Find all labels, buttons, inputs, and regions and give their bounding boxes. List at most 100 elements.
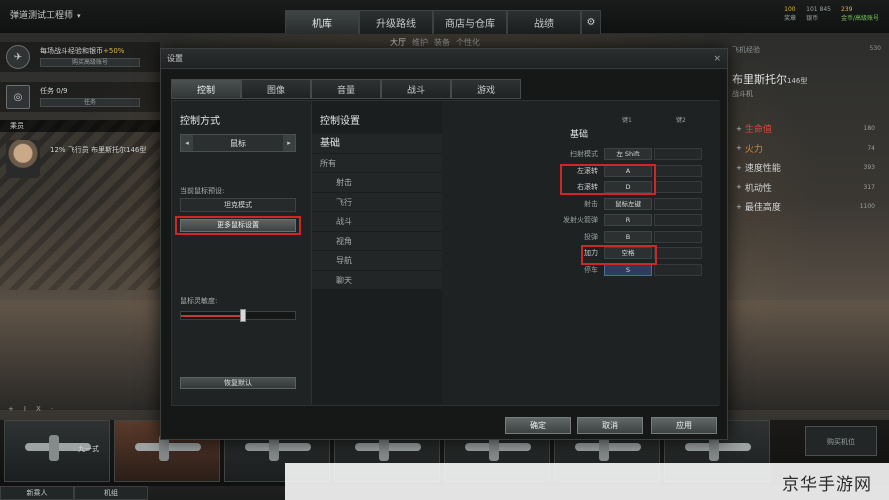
subnav-equipment[interactable]: 装备	[434, 37, 450, 48]
arrow-right-icon[interactable]: ▸	[283, 135, 295, 151]
category-list: 基础 所有 射击 飞行 战斗 视角 导航 聊天	[312, 134, 442, 290]
nav-tab-shop[interactable]: 商店与仓库	[433, 10, 507, 34]
tasks-button[interactable]: 任务	[40, 98, 140, 107]
category-item[interactable]: 导航	[312, 251, 442, 271]
filter-type[interactable]: ·	[51, 405, 53, 413]
key2-binding[interactable]	[654, 148, 702, 160]
plane-slot-label: 九一式	[78, 445, 99, 453]
subnav-maintenance[interactable]: 维护	[412, 37, 428, 48]
category-item[interactable]: 射击	[312, 173, 442, 193]
key1-binding[interactable]: 左 Shift	[604, 148, 652, 160]
restore-default-button[interactable]: 恢复默认	[180, 377, 296, 389]
binding-row: 扫射模式左 Shift	[442, 146, 720, 163]
highlight-box	[560, 164, 656, 195]
stat-maneuver[interactable]: + 机动性 317	[728, 178, 889, 198]
stat-speed[interactable]: + 速度性能 393	[728, 158, 889, 178]
category-item[interactable]: 飞行	[312, 192, 442, 212]
tasks-row: ◎ 任务 0/9 任务	[0, 82, 160, 112]
category-item[interactable]: 视角	[312, 231, 442, 251]
player-name: 弹道测试工程师	[10, 11, 74, 21]
control-method-selector[interactable]: ◂ 鼠标 ▸	[180, 134, 296, 152]
arrow-left-icon[interactable]: ◂	[181, 135, 193, 151]
plane-stats: + 生命值 180 + 火力 74 + 速度性能 393 + 机动性 317 + 最佳高度 1100	[728, 119, 889, 217]
premium-row: ✈ 每场战斗经验和银币+50% 购买高级账号	[0, 42, 160, 72]
carousel-filter-bar: + I X ·	[0, 400, 160, 418]
category-item[interactable]: 聊天	[312, 270, 442, 290]
watermark: 京华手游网	[782, 475, 872, 495]
filter-tier[interactable]: I	[24, 405, 26, 413]
stat-firepower[interactable]: + 火力 74	[728, 139, 889, 159]
plane-type: 战斗机	[732, 90, 753, 98]
bottom-tabs: 新乘人 机组	[0, 486, 150, 500]
slider-handle[interactable]	[239, 309, 246, 322]
key2-binding[interactable]	[654, 263, 702, 276]
close-icon[interactable]: ×	[713, 49, 721, 69]
key2-binding[interactable]	[654, 197, 702, 210]
plane-name: 布里斯托尔146型	[732, 73, 808, 86]
key2-header: 键2	[676, 117, 686, 124]
key2-binding[interactable]	[654, 247, 702, 259]
tab-sound[interactable]: 音量	[311, 79, 381, 99]
control-category-panel: 控制设置 基础 所有 射击 飞行 战斗 视角 导航 聊天	[312, 101, 442, 405]
dialog-title: 设置	[161, 49, 727, 69]
tab-controls[interactable]: 控制	[171, 79, 241, 99]
mouse-sensitivity-slider[interactable]	[180, 309, 296, 322]
settings-body: 控制方式 ◂ 鼠标 ▸ 当前鼠标预设: 坦克模式 更多鼠标设置 鼠标灵敏度: 恢…	[171, 100, 720, 406]
main-nav: 机库 升级路线 商店与仓库 战绩 ⚙	[285, 10, 601, 34]
control-method-title: 控制方式	[180, 116, 220, 127]
slider-fill	[181, 315, 243, 317]
key1-binding[interactable]: 鼠标左键	[604, 197, 652, 210]
nav-tab-stats[interactable]: 战绩	[507, 10, 581, 34]
premium-text: 每场战斗经验和银币+50%	[40, 47, 125, 55]
subnav-lobby[interactable]: 大厅	[390, 37, 406, 48]
key-bindings-panel: 键1 键2 基础 扫射模式左 Shift 左滚转 A 右滚转 D 射击 鼠标左键 发射火箭弹 R…	[442, 101, 720, 405]
caret-down-icon: ▾	[77, 12, 81, 20]
filter-nation[interactable]: X	[36, 405, 41, 413]
tab-battle[interactable]: 战斗	[381, 79, 451, 99]
top-bar: 弹道测试工程师 ▾ 机库 升级路线 商店与仓库 战绩 ⚙ 100 奖章 101 84…	[0, 0, 889, 34]
buy-premium-button[interactable]: 购买高级账号	[40, 58, 140, 67]
category-item[interactable]: 基础	[312, 134, 442, 154]
stat-hp[interactable]: + 生命值 180	[728, 119, 889, 139]
mouse-sensitivity-label: 鼠标灵敏度:	[180, 297, 218, 305]
binding-action-label: 扫射模式	[570, 150, 598, 158]
silver-value: 101 845	[806, 6, 831, 13]
plus-icon: +	[736, 124, 742, 133]
player-name-menu[interactable]: 弹道测试工程师 ▾	[10, 8, 81, 21]
category-item[interactable]: 所有	[312, 153, 442, 173]
key1-binding[interactable]: R	[604, 214, 652, 226]
medals-label: 奖章	[784, 15, 797, 22]
nav-tab-research[interactable]: 升级路线	[359, 10, 433, 34]
buy-slot-button[interactable]: 购买机位	[805, 426, 877, 456]
key2-binding[interactable]	[654, 181, 702, 193]
plane-xp-label: 飞机经验	[732, 46, 760, 54]
key2-binding[interactable]	[654, 230, 702, 243]
bottom-tab-new-crew[interactable]: 新乘人	[0, 486, 74, 500]
premium-badge-icon: ✈	[6, 45, 30, 69]
tab-game[interactable]: 游戏	[451, 79, 521, 99]
nav-settings-icon[interactable]: ⚙	[581, 10, 601, 34]
category-item[interactable]: 战斗	[312, 212, 442, 232]
gold-label[interactable]: 金币/高级账号	[841, 15, 879, 22]
task-icon: ◎	[6, 85, 30, 109]
mouse-preset-value[interactable]: 坦克模式	[180, 198, 296, 212]
tab-graphics[interactable]: 图像	[241, 79, 311, 99]
bottom-tab-crew[interactable]: 机组	[74, 486, 148, 500]
binding-section-title: 基础	[570, 130, 589, 140]
filter-add[interactable]: +	[8, 405, 14, 413]
ok-button[interactable]: 确定	[505, 417, 571, 434]
binding-action-label: 射击	[584, 199, 598, 208]
key1-binding[interactable]: B	[604, 230, 652, 243]
key1-binding[interactable]: S	[604, 263, 652, 276]
key2-binding[interactable]	[654, 214, 702, 226]
hangar-subnav: 大厅 维护 装备 个性化	[390, 37, 480, 48]
stat-altitude[interactable]: + 最佳高度 1100	[728, 197, 889, 217]
pilot-avatar[interactable]	[6, 140, 40, 178]
subnav-customize[interactable]: 个性化	[456, 37, 480, 48]
nav-tab-hangar[interactable]: 机库	[285, 10, 359, 34]
key2-binding[interactable]	[654, 164, 702, 177]
cancel-button[interactable]: 取消	[577, 417, 643, 434]
apply-button[interactable]: 应用	[651, 417, 717, 434]
crew-tab[interactable]: 乘员	[0, 120, 160, 132]
settings-tabs: 控制 图像 音量 战斗 游戏	[171, 79, 521, 99]
